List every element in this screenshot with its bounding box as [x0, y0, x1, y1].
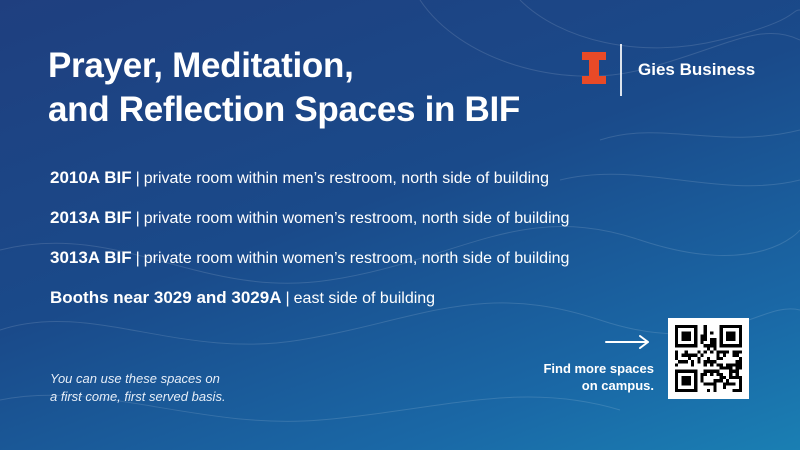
room-separator: |	[135, 250, 140, 267]
room-description: east side of building	[293, 290, 436, 307]
room-separator: |	[135, 170, 140, 187]
note-line-1: You can use these spaces on	[50, 371, 220, 386]
room-description: private room within women’s restroom, no…	[143, 250, 570, 267]
room-item: Booths near 3029 and 3029A | east side of …	[50, 288, 770, 328]
note-line-2: a first come, first served basis.	[50, 389, 226, 404]
room-description: private room within women’s restroom, no…	[143, 210, 570, 227]
right-arrow-icon	[605, 335, 649, 349]
room-item: 2013A BIF | private room within women’s re…	[50, 208, 770, 248]
page-title: Prayer, Meditation, and Reflection Space…	[48, 44, 520, 132]
title-line-2: and Reflection Spaces in BIF	[48, 90, 520, 129]
block-i-icon	[582, 52, 606, 84]
room-name: 2010A BIF	[50, 168, 132, 187]
usage-note: You can use these spaces on a first come…	[50, 370, 226, 406]
cta-line-2: on campus.	[581, 378, 654, 393]
room-description: private room within men’s restroom, nort…	[143, 170, 549, 187]
rooms-list: 2010A BIF | private room within men’s rest…	[50, 168, 770, 328]
room-name: Booths near 3029 and 3029A	[50, 288, 282, 307]
qr-code[interactable]	[668, 318, 749, 399]
room-name: 2013A BIF	[50, 208, 132, 227]
title-line-1: Prayer, Meditation,	[48, 46, 354, 85]
room-item: 2010A BIF | private room within men’s rest…	[50, 168, 770, 208]
qr-code-icon	[675, 325, 742, 392]
room-separator: |	[285, 290, 290, 307]
room-item: 3013A BIF | private room within women’s re…	[50, 248, 770, 288]
room-separator: |	[135, 210, 140, 227]
logo-divider	[620, 44, 622, 96]
find-more-spaces-text: Find more spaces on campus.	[494, 360, 654, 394]
cta-line-1: Find more spaces	[543, 361, 654, 376]
gies-business-logo: Gies Business	[582, 44, 782, 96]
logo-text: Gies Business	[638, 60, 756, 79]
room-name: 3013A BIF	[50, 248, 132, 267]
